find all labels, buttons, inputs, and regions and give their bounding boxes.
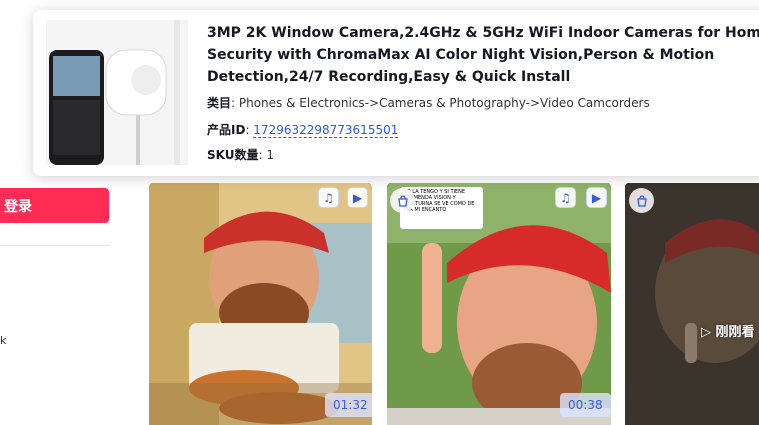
music-icon[interactable]: ♫ xyxy=(318,187,339,208)
login-button[interactable]: 登录 xyxy=(0,188,109,223)
video-card[interactable]: YO LA TENGO Y SI TIENE TREMENDA VISION Y… xyxy=(387,183,611,425)
video-duration: 00:38 xyxy=(560,393,611,417)
category-value: Phones & Electronics->Cameras & Photogra… xyxy=(238,96,650,110)
sidebar-item-label[interactable]: k xyxy=(0,334,6,347)
video-icon[interactable]: ▶ xyxy=(586,187,607,208)
product-id-label: 产品ID xyxy=(207,123,246,137)
product-id: 产品ID: 1729632298773615501 xyxy=(207,123,399,138)
product-popup: 3MP 2K Window Camera,2.4GHz & 5GHz WiFi … xyxy=(33,10,759,176)
video-icon[interactable]: ▶ xyxy=(347,187,368,208)
music-icon[interactable]: ♫ xyxy=(555,187,576,208)
product-category: 类目: Phones & Electronics->Cameras & Phot… xyxy=(207,96,650,110)
video-card[interactable]: ♫ ▶ 01:32 xyxy=(149,183,372,425)
cart-icon[interactable] xyxy=(629,188,654,213)
sidebar-divider xyxy=(0,245,110,246)
sku-value: 1 xyxy=(266,148,274,162)
product-sku: SKU数量: 1 xyxy=(207,148,274,162)
video-duration: 01:32 xyxy=(325,393,372,417)
video-card[interactable]: ▷ 刚刚看 xyxy=(625,183,759,425)
product-image xyxy=(46,20,188,165)
product-title[interactable]: 3MP 2K Window Camera,2.4GHz & 5GHz WiFi … xyxy=(207,22,759,88)
cart-icon[interactable] xyxy=(390,188,415,213)
video-thumbnail xyxy=(149,183,372,425)
sku-label: SKU数量 xyxy=(207,148,259,162)
product-id-link[interactable]: 1729632298773615501 xyxy=(253,123,399,138)
recently-viewed-label: ▷ 刚刚看 xyxy=(701,325,755,340)
video-thumbnail xyxy=(625,183,759,425)
category-label: 类目 xyxy=(207,96,232,110)
